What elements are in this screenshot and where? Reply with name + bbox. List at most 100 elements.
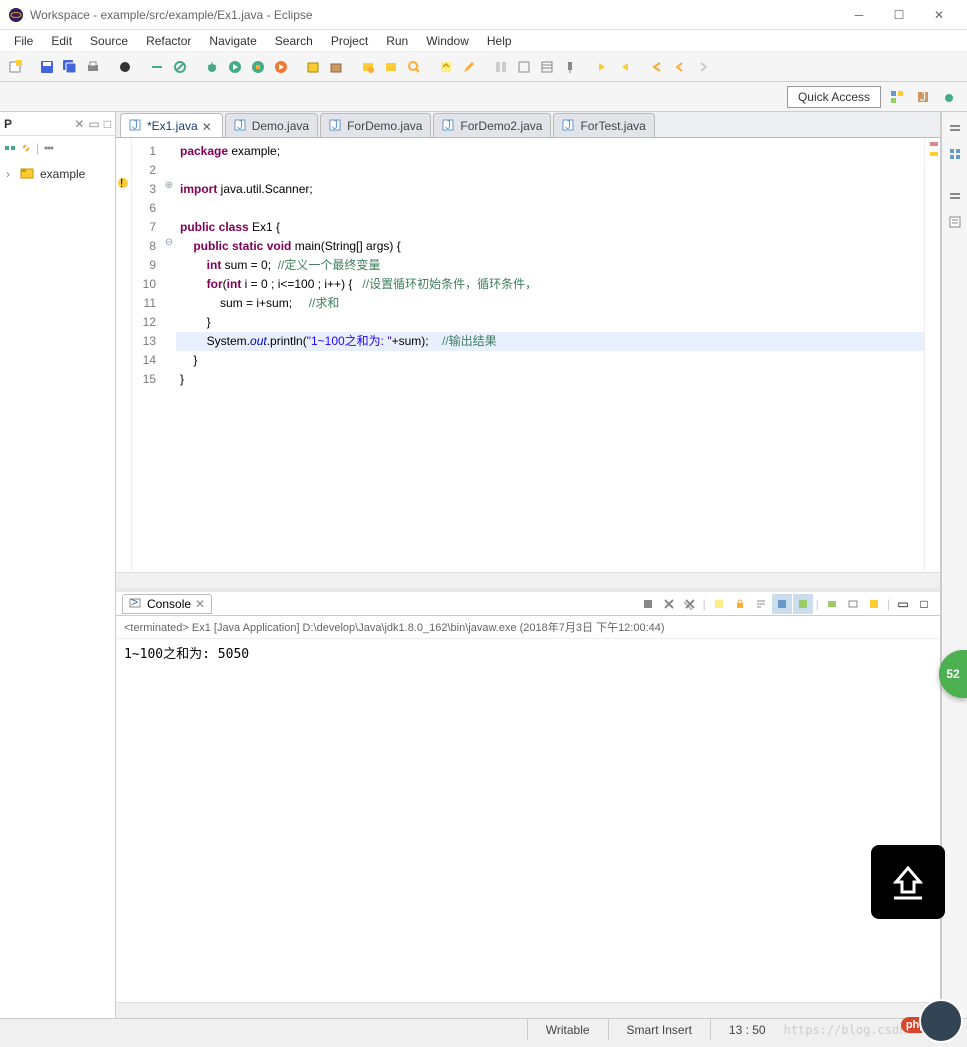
terminate-button[interactable]	[638, 594, 658, 614]
prev-annotation-button[interactable]	[614, 56, 636, 78]
code-editor[interactable]: ! 1236789101112131415 ⊕⊖ package example…	[116, 138, 940, 572]
remove-launch-button[interactable]	[659, 594, 679, 614]
editor-tab[interactable]: JForDemo.java	[320, 113, 431, 137]
menu-help[interactable]: Help	[479, 32, 520, 50]
editor-tab[interactable]: J*Ex1.java✕	[120, 113, 223, 137]
last-edit-button[interactable]	[646, 56, 668, 78]
maximize-button[interactable]: ☐	[879, 0, 919, 30]
view-maximize-icon[interactable]: □	[104, 117, 111, 131]
menu-refactor[interactable]: Refactor	[138, 32, 199, 50]
menu-run[interactable]: Run	[378, 32, 416, 50]
java-perspective-button[interactable]: J	[913, 87, 933, 107]
minimize-button[interactable]: ─	[839, 0, 879, 30]
restore-view2-button[interactable]	[945, 186, 965, 206]
pin-editor-button[interactable]	[559, 56, 581, 78]
quick-access-input[interactable]: Quick Access	[787, 86, 881, 108]
remove-all-button[interactable]	[680, 594, 700, 614]
new-java-project-button[interactable]	[302, 56, 324, 78]
upload-overlay-icon[interactable]	[871, 845, 945, 919]
console-tab[interactable]: > Console ✕	[122, 594, 212, 614]
task-list-button[interactable]	[945, 212, 965, 232]
run-last-button[interactable]	[270, 56, 292, 78]
tab-close-icon[interactable]: ✕	[202, 120, 214, 132]
menu-file[interactable]: File	[6, 32, 41, 50]
show-whitespace-button[interactable]	[490, 56, 512, 78]
tab-label: ForTest.java	[580, 119, 645, 133]
avatar[interactable]	[919, 999, 963, 1043]
overview-ruler[interactable]	[924, 138, 940, 572]
menu-project[interactable]: Project	[323, 32, 376, 50]
open-console-button[interactable]	[864, 594, 884, 614]
open-perspective-button[interactable]	[887, 87, 907, 107]
editor-tab[interactable]: J ForTest.java	[553, 113, 654, 137]
new-package-button[interactable]	[325, 56, 347, 78]
new-button[interactable]	[4, 56, 26, 78]
editor-hscrollbar[interactable]	[116, 572, 940, 588]
display-console-button[interactable]	[843, 594, 863, 614]
debug-button[interactable]	[201, 56, 223, 78]
console-max-button[interactable]: □	[914, 594, 934, 614]
link-editor-button[interactable]	[20, 142, 32, 154]
skip-breakpoints-button[interactable]	[169, 56, 191, 78]
debug-perspective-button[interactable]	[939, 87, 959, 107]
next-annotation-button[interactable]	[591, 56, 613, 78]
print-button[interactable]	[82, 56, 104, 78]
editor-area: J*Ex1.java✕JDemo.javaJForDemo.javaJForDe…	[116, 112, 941, 1018]
toggle-breakpoint-button[interactable]	[146, 56, 168, 78]
editor-tab[interactable]: JForDemo2.java	[433, 113, 551, 137]
back-button[interactable]	[669, 56, 691, 78]
block-select-button[interactable]	[513, 56, 535, 78]
search-button[interactable]	[403, 56, 425, 78]
menu-edit[interactable]: Edit	[43, 32, 80, 50]
show-line-numbers-button[interactable]	[536, 56, 558, 78]
word-wrap-button[interactable]	[751, 594, 771, 614]
toggle-mark-button[interactable]	[435, 56, 457, 78]
console-icon: >	[129, 597, 143, 611]
java-file-icon: J	[129, 119, 143, 133]
build-button[interactable]	[114, 56, 136, 78]
package-explorer: P ✕ ▭ □ | › example	[0, 112, 116, 1018]
edit-button[interactable]	[458, 56, 480, 78]
console-toolbar: | | | ▭ □	[638, 594, 934, 614]
menu-navigate[interactable]: Navigate	[201, 32, 264, 50]
svg-text:J: J	[565, 119, 571, 131]
save-all-button[interactable]	[59, 56, 81, 78]
outline-view-button[interactable]	[945, 144, 965, 164]
editor-tab[interactable]: JDemo.java	[225, 113, 318, 137]
tree-label: example	[40, 167, 85, 181]
console-output[interactable]: 1~100之和为: 5050	[116, 639, 940, 1002]
coverage-button[interactable]	[247, 56, 269, 78]
show-stdout-button[interactable]	[793, 594, 813, 614]
console-hscrollbar[interactable]	[116, 1002, 940, 1018]
tree-item-example[interactable]: › example	[6, 164, 109, 184]
restore-view-button[interactable]	[945, 118, 965, 138]
collapse-all-button[interactable]	[4, 142, 16, 154]
close-button[interactable]: ✕	[919, 0, 959, 30]
code-text[interactable]: package example;import java.util.Scanner…	[176, 138, 924, 572]
view-minimize-icon[interactable]: ▭	[88, 117, 99, 131]
console-launch-info: <terminated> Ex1 [Java Application] D:\d…	[116, 616, 940, 639]
view-menu-button[interactable]	[43, 142, 55, 154]
marker-column: !	[116, 138, 132, 572]
java-file-icon: J	[329, 119, 343, 133]
expand-arrow-icon[interactable]: ›	[6, 167, 16, 181]
open-task-button[interactable]	[380, 56, 402, 78]
forward-button[interactable]	[692, 56, 714, 78]
statusbar: Writable Smart Insert 13 : 50 https://bl…	[0, 1018, 967, 1040]
pin-console-button[interactable]	[822, 594, 842, 614]
save-button[interactable]	[36, 56, 58, 78]
menu-source[interactable]: Source	[82, 32, 136, 50]
open-type-button[interactable]	[357, 56, 379, 78]
menu-search[interactable]: Search	[267, 32, 321, 50]
show-console-button[interactable]	[772, 594, 792, 614]
console-min-button[interactable]: ▭	[893, 594, 913, 614]
console-close-icon[interactable]: ✕	[195, 597, 205, 611]
view-close-icon[interactable]: ✕	[74, 117, 84, 131]
scroll-lock-button[interactable]	[730, 594, 750, 614]
run-button[interactable]	[224, 56, 246, 78]
svg-text:J: J	[132, 119, 138, 131]
java-file-icon: J	[234, 119, 248, 133]
menu-window[interactable]: Window	[418, 32, 477, 50]
clear-console-button[interactable]	[709, 594, 729, 614]
line-number-gutter: 1236789101112131415	[132, 138, 162, 572]
